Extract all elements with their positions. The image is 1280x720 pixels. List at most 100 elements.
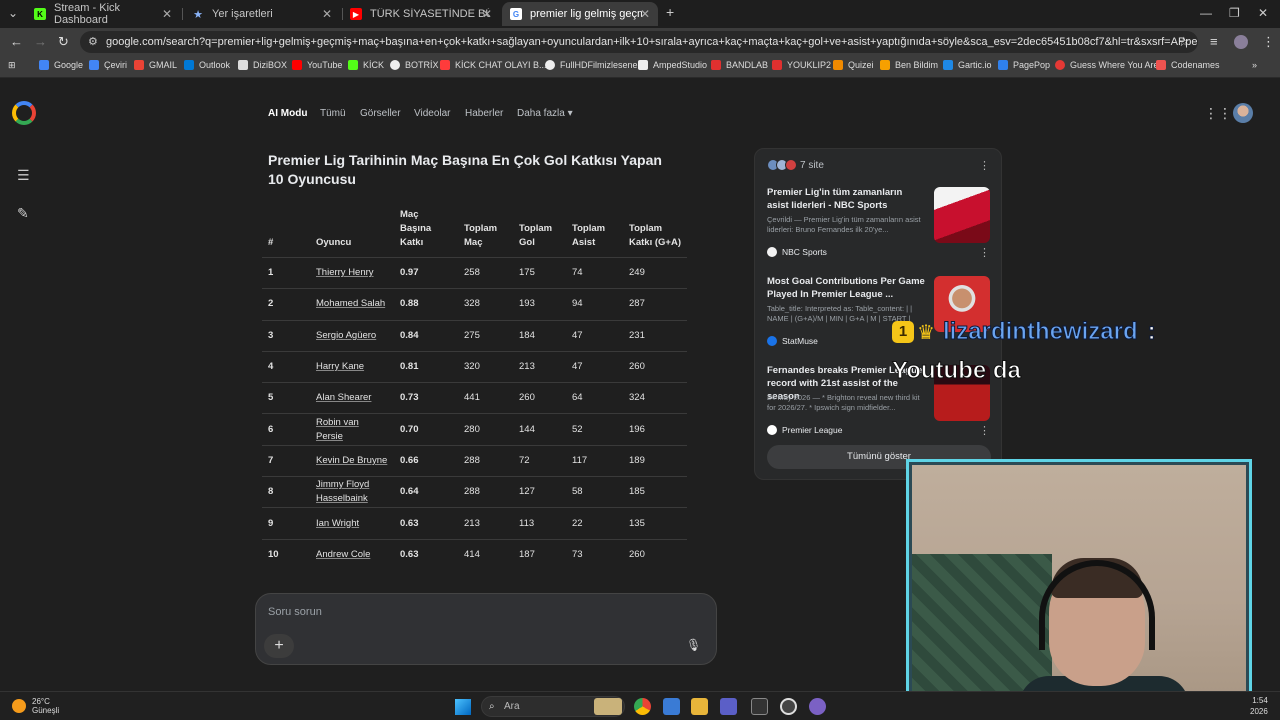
cell-rank: 4 [262,350,310,383]
close-icon[interactable]: ✕ [640,7,650,21]
nav-images[interactable]: Görseller [360,108,401,119]
restore-icon[interactable]: ❐ [1229,6,1240,20]
bookmark-dizibox[interactable]: DiziBOX [238,60,287,70]
history-list-icon[interactable]: ☰ [17,167,30,184]
cell-player[interactable]: Sergio Agüero [310,319,394,352]
epic-games-icon[interactable] [751,698,768,715]
source-card-title[interactable]: Most Goal Contributions Per Game Played … [767,275,925,301]
close-icon[interactable]: ✕ [162,7,172,21]
new-chat-edit-icon[interactable]: ✎ [17,205,29,222]
source-site[interactable]: Premier League [767,425,842,435]
source-site[interactable]: NBC Sports [767,247,827,257]
cell-player[interactable]: Alan Shearer [310,382,394,414]
more-bookmarks-icon[interactable]: » [1252,60,1257,70]
teams-icon[interactable] [720,698,737,715]
tab-google-search[interactable]: G premier lig gelmiş geçmiş ma ✕ [502,2,658,26]
cell-player[interactable]: Andrew Cole [310,538,394,571]
nav-news[interactable]: Haberler [465,108,503,119]
bookmark-ceviri[interactable]: Çeviri [89,60,127,70]
reload-icon[interactable]: ↻ [58,34,69,50]
bookmark-gmail[interactable]: GMAIL [134,60,177,70]
nav-more[interactable]: Daha fazla ▾ [517,108,573,119]
cell-player[interactable]: Mohamed Salah [310,288,394,321]
close-icon[interactable]: ✕ [322,7,332,21]
pin-icon [1055,60,1065,70]
forward-icon[interactable]: → [34,34,47,49]
cell-player[interactable]: Kevin De Bruyne [310,444,394,477]
nav-videos[interactable]: Videolar [414,108,451,119]
cell-player[interactable]: Ian Wright [310,507,394,540]
sources-header[interactable]: 7 site [767,159,824,171]
site-info-icon[interactable]: ⚙ [88,35,98,48]
site-icon [785,159,797,171]
bookmark-bandlab[interactable]: BANDLAB [711,60,768,70]
tab-bookmarks[interactable]: ★ Yer işaretleri ✕ [184,2,340,26]
ask-input[interactable]: Soru sorun + 🎙 [255,593,717,665]
bookmark-guess-where[interactable]: Guess Where You Are [1055,60,1159,70]
bookmark-pagepop[interactable]: PagePop [998,60,1050,70]
media-icon[interactable]: ≡ [1210,34,1218,49]
bookmark-youtube[interactable]: YouTube [292,60,342,70]
tab-kick-dashboard[interactable]: K Stream - Kick Dashboard ✕ [26,2,180,26]
account-avatar[interactable] [1233,103,1253,123]
bookmark-label: DiziBOX [253,60,288,70]
address-bar[interactable]: ⚙ google.com/search?q=premier+lig+gelmiş… [80,31,1198,53]
back-icon[interactable]: ← [10,34,23,49]
bookmark-ben-bildim[interactable]: Ben Bildim [880,60,938,70]
bookmark-label: Çeviri [104,60,128,70]
more-options-icon[interactable]: ⋮ [979,424,990,437]
cell-player[interactable]: Jimmy Floyd Hasselbaink [310,476,394,508]
bookmark-botrix[interactable]: BOTRİX [390,60,439,70]
source-site-name: NBC Sports [782,247,827,257]
nav-all[interactable]: Tümü [320,108,346,119]
bookmark-quizei[interactable]: Quizei [833,60,874,70]
source-card-title[interactable]: Premier Lig'in tüm zamanların asist lide… [767,186,925,212]
windows-start-icon[interactable] [455,699,471,715]
bookmark-gartic[interactable]: Gartic.io [943,60,992,70]
codenames-icon [1156,60,1166,70]
menu-icon[interactable]: ⋮ [1262,34,1275,50]
statmuse-icon [767,336,777,346]
minimize-icon[interactable]: — [1200,6,1212,20]
add-attachment-button[interactable]: + [264,634,294,658]
apps-grid-icon[interactable]: ⊞ [8,60,16,71]
botrix-icon [390,60,400,70]
bookmark-kick[interactable]: KİCK [348,60,384,70]
bookmark-star-icon[interactable]: ☆ [1178,34,1190,50]
microphone-icon[interactable]: 🎙 [686,638,701,652]
source-site[interactable]: StatMuse [767,336,818,346]
nav-ai-mode[interactable]: AI Modu [268,108,307,119]
app-icon[interactable] [809,698,826,715]
cell-per-match: 0.63 [394,507,458,540]
cell-player[interactable]: Harry Kane [310,350,394,383]
cell-matches: 441 [458,382,513,414]
bookmark-kick-chat[interactable]: KİCK CHAT OLAYI B... [440,60,547,70]
more-options-icon[interactable]: ⋮ [979,246,990,259]
gmail-icon [134,60,144,70]
bookmark-amped[interactable]: AmpedStudio [638,60,707,70]
chrome-icon[interactable] [634,698,651,715]
source-card-image[interactable] [934,187,990,243]
bookmark-google[interactable]: Google [39,60,83,70]
bookmark-youklip[interactable]: YOUKLIP2 [772,60,831,70]
cell-assists: 64 [566,382,623,414]
bookmark-outlook[interactable]: Outlook [184,60,230,70]
system-clock[interactable]: 1:54 2026 [1250,695,1268,717]
new-tab-icon[interactable]: + [666,4,674,20]
media-player-icon[interactable] [691,698,708,715]
bookmark-fullhd[interactable]: FullHDFilmizlesene [545,60,638,70]
cell-player[interactable]: Thierry Henry [310,256,394,289]
tab-youtube[interactable]: ▶ TÜRK SİYASETİNDE BÜYÜK TEH ✕ [342,2,500,26]
app-icon[interactable] [663,698,680,715]
cell-player[interactable]: Robin van Persie [310,413,394,446]
tab-search-icon[interactable]: ⌄ [8,6,18,20]
weather-widget[interactable]: 26°C Güneşli [12,697,59,715]
obs-icon[interactable] [780,698,797,715]
bookmark-codenames[interactable]: Codenames [1156,60,1220,70]
profile-avatar[interactable] [1234,35,1248,49]
tab-title: premier lig gelmiş geçmiş ma [530,8,642,20]
window-close-icon[interactable]: ✕ [1258,6,1268,20]
more-options-icon[interactable]: ⋮ [979,159,990,172]
close-icon[interactable]: ✕ [482,7,492,21]
google-logo-icon[interactable] [12,101,36,125]
